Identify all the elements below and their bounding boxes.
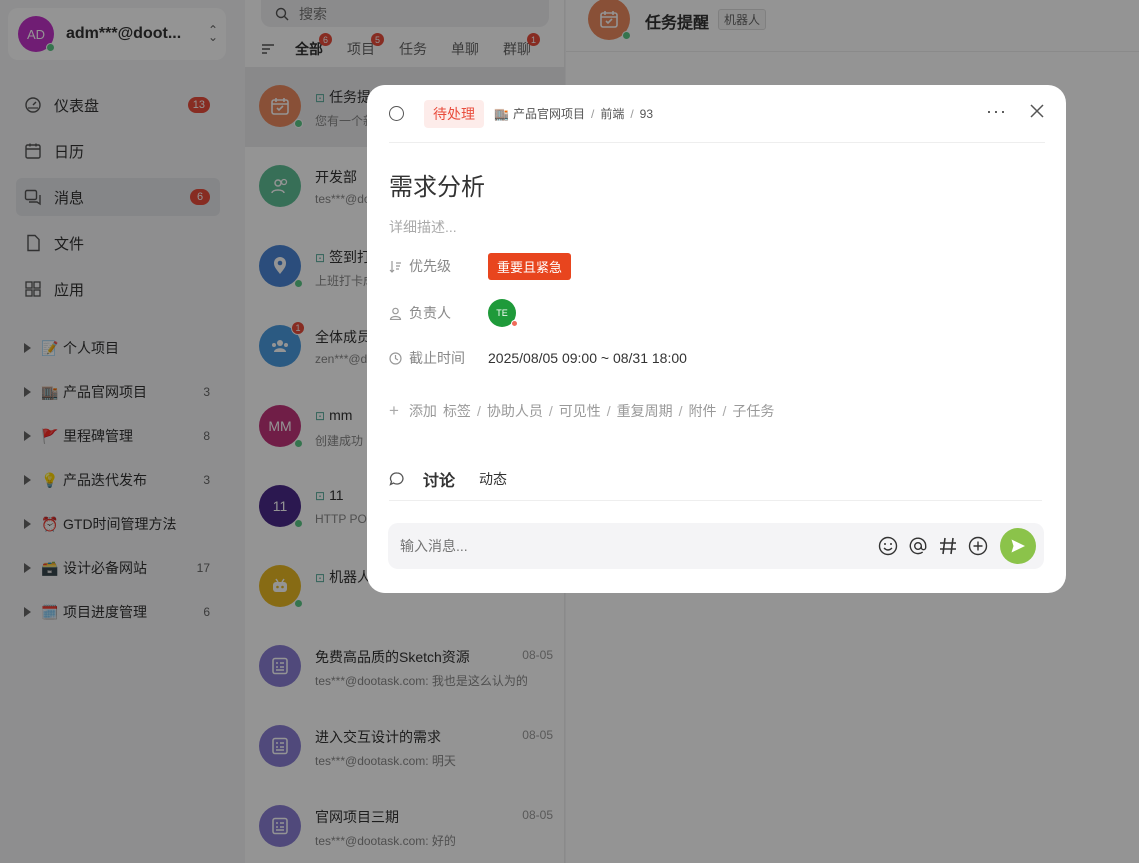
label-text: 负责人: [409, 305, 451, 321]
send-button[interactable]: [1000, 528, 1036, 564]
project-store-icon: 🏬: [494, 106, 509, 121]
breadcrumb-task-id: 93: [639, 106, 654, 121]
clock-icon: [389, 351, 403, 365]
priority-icon: [389, 260, 403, 273]
deadline-row: 截止时间 2025/08/05 09:00 ~ 08/31 18:00: [389, 344, 1029, 372]
add-label[interactable]: 添加: [409, 401, 437, 421]
breadcrumb-column[interactable]: 前端: [600, 105, 624, 122]
priority-row: 优先级 重要且紧急: [389, 252, 1029, 280]
separator: /: [606, 403, 611, 419]
deadline-label: 截止时间: [389, 348, 488, 368]
breadcrumb: 🏬 产品官网项目 / 前端 / 93: [494, 105, 653, 122]
modal-actions: ···: [986, 102, 1045, 120]
task-title[interactable]: 需求分析: [389, 167, 485, 202]
add-tags[interactable]: 标签: [443, 401, 471, 421]
mention-icon[interactable]: [908, 536, 928, 556]
breadcrumb-separator: /: [630, 106, 634, 121]
chat-bubble-icon: [389, 471, 404, 486]
person-icon: [389, 307, 403, 320]
owner-avatar[interactable]: TE: [488, 299, 518, 327]
separator: /: [476, 403, 481, 419]
separator: /: [722, 403, 727, 419]
modal-header: 待处理 🏬 产品官网项目 / 前端 / 93 ···: [389, 85, 1045, 143]
complete-checkbox[interactable]: [389, 106, 404, 121]
plus-icon[interactable]: +: [389, 401, 399, 421]
label-text: 截止时间: [409, 350, 465, 366]
deadline-value[interactable]: 2025/08/05 09:00 ~ 08/31 18:00: [488, 350, 687, 366]
breadcrumb-project[interactable]: 产品官网项目: [513, 105, 585, 122]
priority-label: 优先级: [389, 256, 488, 276]
tab-activity[interactable]: 动态: [479, 469, 507, 489]
add-repeat[interactable]: 重复周期: [617, 401, 673, 421]
more-icon[interactable]: ···: [986, 102, 1007, 120]
task-description[interactable]: 详细描述...: [389, 217, 457, 237]
add-fields-row: + 添加 标签 / 协助人员 / 可见性 / 重复周期 / 附件 / 子任务: [389, 401, 774, 421]
discussion-tabs: 讨论 动态: [389, 457, 1042, 501]
owner-row: 负责人 TE: [389, 299, 1029, 327]
separator: /: [678, 403, 683, 419]
add-visibility[interactable]: 可见性: [559, 401, 601, 421]
owner-label: 负责人: [389, 303, 488, 323]
message-input[interactable]: [400, 538, 878, 554]
status-dot: [511, 320, 518, 327]
owner-initials: TE: [496, 308, 508, 318]
priority-tag[interactable]: 重要且紧急: [488, 252, 572, 280]
hashtag-icon[interactable]: [938, 536, 958, 556]
label-text: 优先级: [409, 258, 451, 274]
status-badge[interactable]: 待处理: [424, 99, 484, 128]
add-attachment[interactable]: 附件: [689, 401, 717, 421]
send-icon: [1011, 539, 1025, 553]
tab-discussion[interactable]: 讨论: [423, 467, 455, 491]
emoji-icon[interactable]: [878, 536, 898, 556]
message-composer: [388, 523, 1044, 569]
task-detail-modal: 待处理 🏬 产品官网项目 / 前端 / 93 ··· 需求分析 详细描述... …: [367, 85, 1066, 593]
add-subtask[interactable]: 子任务: [732, 401, 774, 421]
add-circle-icon[interactable]: [968, 536, 988, 556]
breadcrumb-separator: /: [590, 106, 595, 121]
separator: /: [548, 403, 553, 419]
close-icon[interactable]: [1029, 103, 1045, 119]
add-assistants[interactable]: 协助人员: [487, 401, 543, 421]
